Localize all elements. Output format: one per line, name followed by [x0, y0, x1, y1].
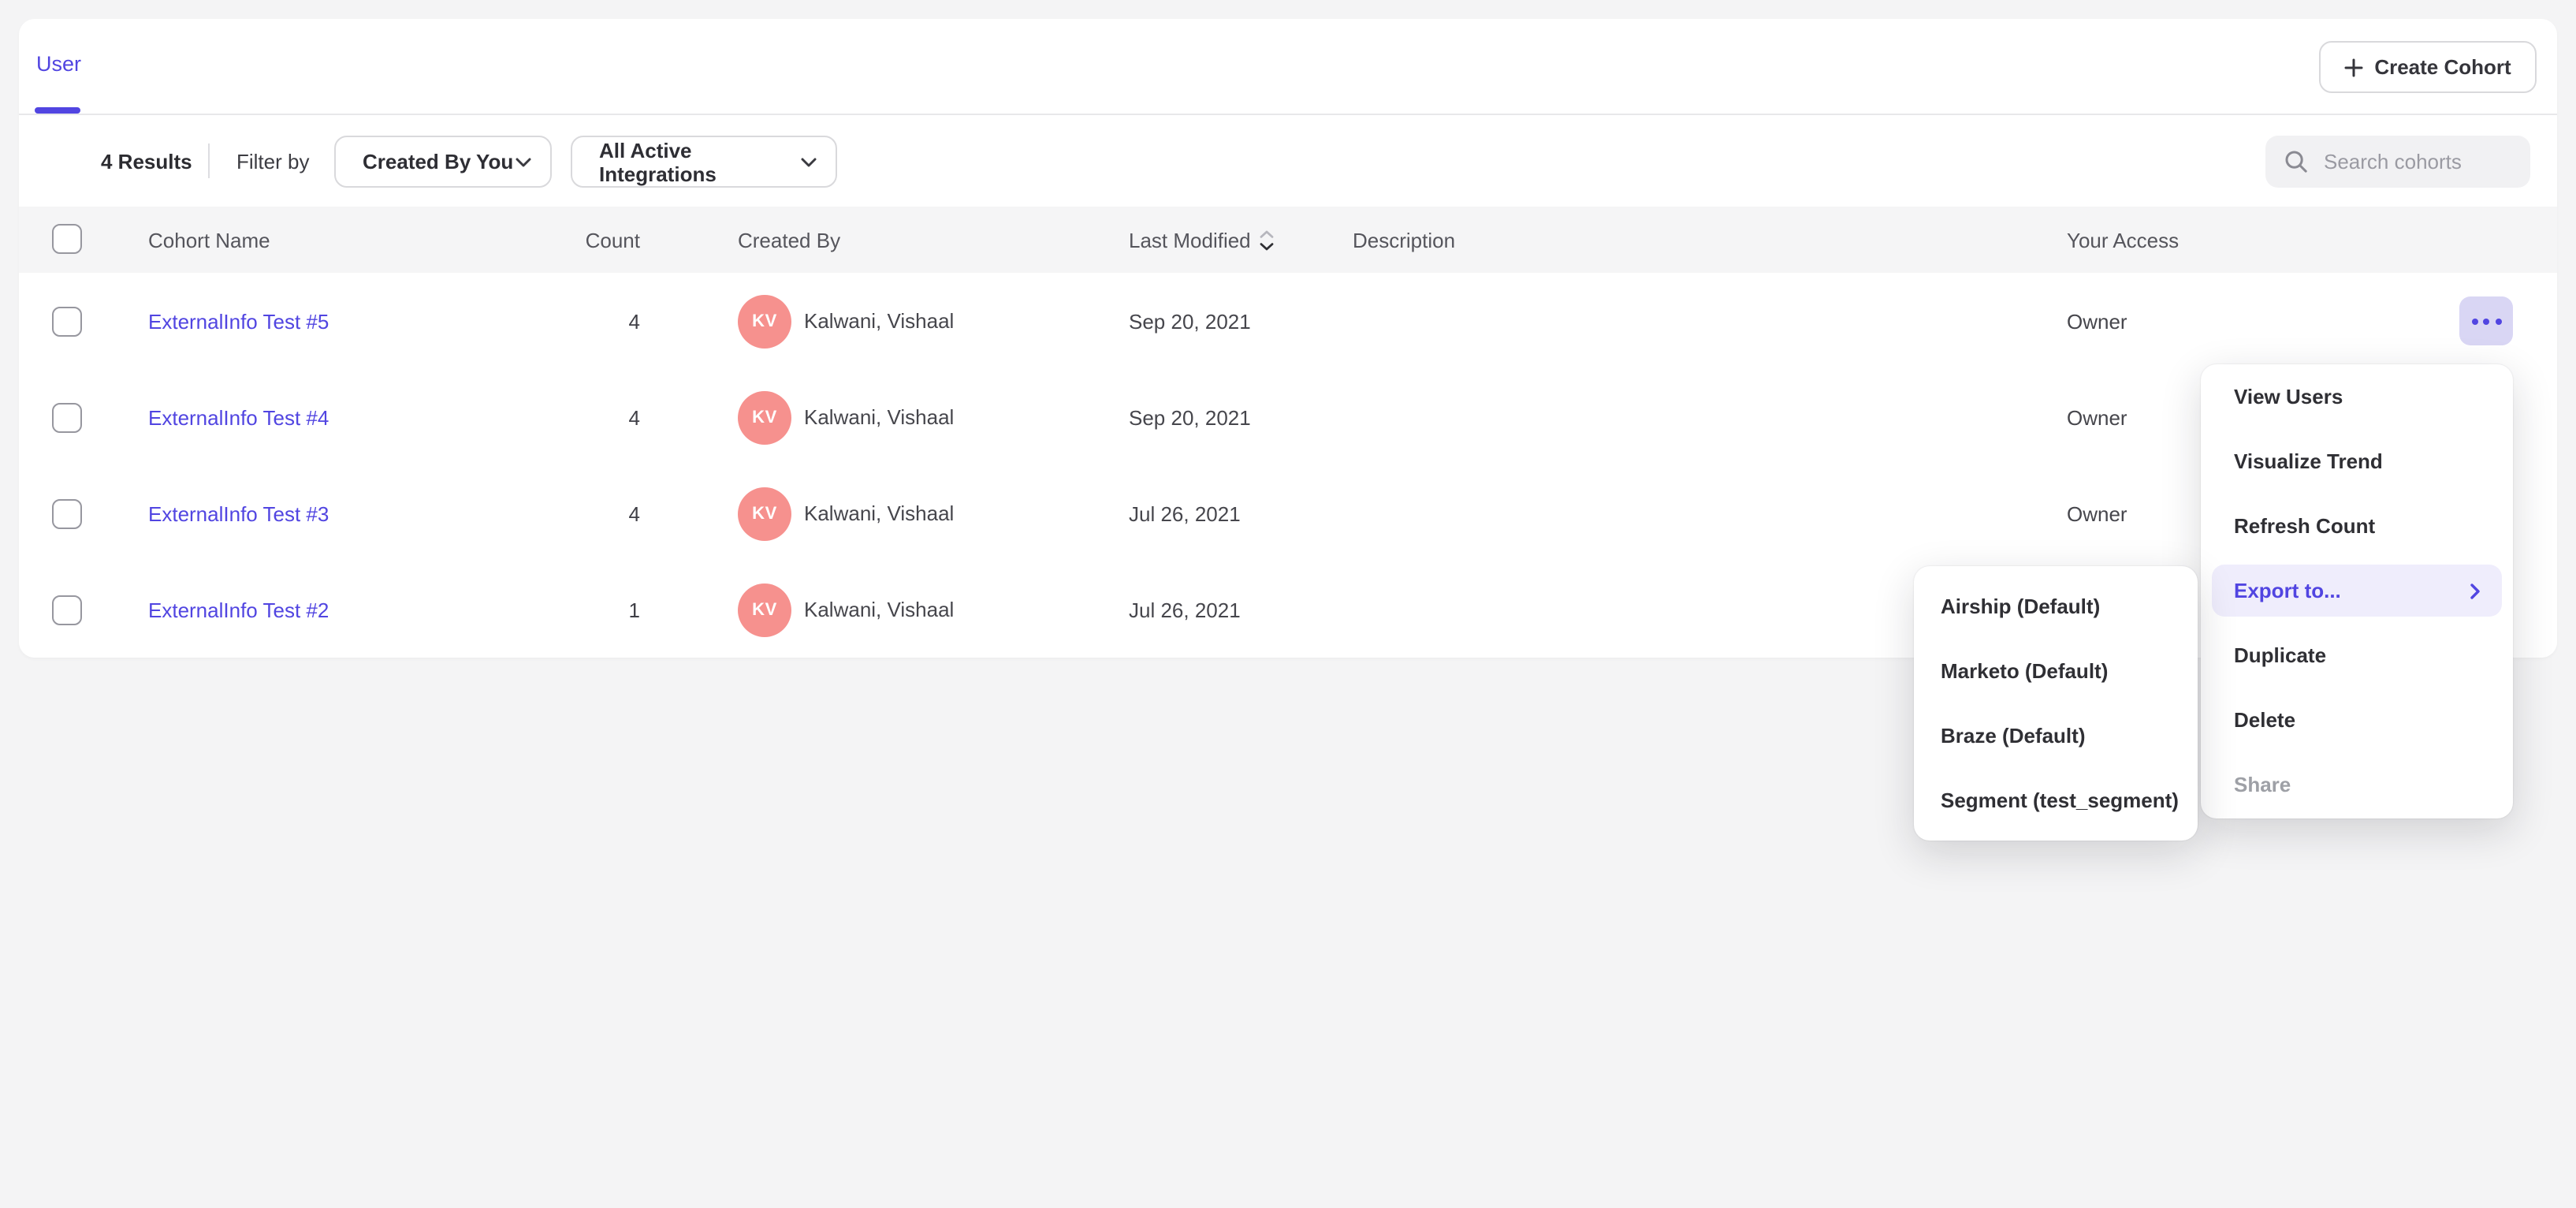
kebab-dot — [2471, 318, 2477, 324]
search-input[interactable] — [2321, 148, 2516, 175]
last-modified-label: Last Modified — [1129, 229, 1251, 252]
cohorts-page: User Create Cohort 4 Results Filter by C… — [0, 0, 2576, 1208]
select-all-checkbox[interactable] — [52, 224, 82, 254]
access-value: Owner — [2067, 309, 2127, 333]
cohort-count: 4 — [482, 501, 640, 525]
row-actions-button[interactable] — [2459, 296, 2513, 345]
menu-item-export-to[interactable]: Export to... — [2212, 565, 2502, 617]
integrations-dropdown-value: All Active Integrations — [599, 138, 801, 185]
menu-item-share: Share — [2201, 752, 2513, 817]
column-header-cohort-name[interactable]: Cohort Name — [148, 229, 270, 252]
row-checkbox[interactable] — [52, 306, 82, 336]
export-submenu: Airship (Default) Marketo (Default) Braz… — [1914, 566, 2198, 841]
cohort-name-link[interactable]: ExternalInfo Test #5 — [148, 309, 329, 333]
column-header-last-modified[interactable]: Last Modified — [1129, 229, 1275, 252]
export-to-label: Export to... — [2234, 579, 2341, 602]
column-header-your-access[interactable]: Your Access — [2067, 229, 2179, 252]
column-header-count[interactable]: Count — [482, 229, 640, 252]
submenu-item-marketo[interactable]: Marketo (Default) — [1914, 639, 2198, 703]
avatar: KV — [738, 487, 791, 540]
active-tab-indicator — [35, 107, 80, 113]
access-value: Owner — [2067, 501, 2127, 525]
menu-item-visualize-trend[interactable]: Visualize Trend — [2201, 429, 2513, 494]
created-by-name: Kalwani, Vishaal — [804, 405, 954, 429]
avatar: KV — [738, 294, 791, 348]
submenu-item-braze[interactable]: Braze (Default) — [1914, 703, 2198, 768]
row-context-menu: View Users Visualize Trend Refresh Count… — [2201, 364, 2513, 818]
results-count: 4 Results — [101, 150, 192, 173]
last-modified-value: Jul 26, 2021 — [1129, 501, 1241, 525]
avatar: KV — [738, 390, 791, 444]
menu-item-refresh-count[interactable]: Refresh Count — [2201, 494, 2513, 558]
created-by-name: Kalwani, Vishaal — [804, 501, 954, 525]
table-row[interactable]: ExternalInfo Test #3 4 KV Kalwani, Visha… — [19, 465, 2557, 561]
chevron-right-icon — [2470, 583, 2480, 598]
plus-icon — [2344, 58, 2363, 76]
kebab-dot — [2483, 318, 2489, 324]
filter-bar-separator — [208, 144, 210, 178]
tab-bar-divider — [19, 114, 2557, 115]
integrations-dropdown[interactable]: All Active Integrations — [571, 136, 837, 188]
last-modified-value: Sep 20, 2021 — [1129, 309, 1251, 333]
column-header-created-by[interactable]: Created By — [738, 229, 840, 252]
chevron-down-icon — [801, 157, 817, 166]
cohort-count: 1 — [482, 598, 640, 621]
submenu-item-airship[interactable]: Airship (Default) — [1914, 574, 2198, 639]
cohort-name-link[interactable]: ExternalInfo Test #2 — [148, 598, 329, 621]
last-modified-value: Jul 26, 2021 — [1129, 598, 1241, 621]
create-cohort-button[interactable]: Create Cohort — [2319, 41, 2537, 93]
created-by-name: Kalwani, Vishaal — [804, 309, 954, 333]
column-header-description[interactable]: Description — [1353, 229, 1455, 252]
table-header: Cohort Name Count Created By Last Modifi… — [19, 207, 2557, 273]
chevron-down-icon — [516, 157, 531, 166]
created-by-dropdown-value: Created By You — [363, 150, 513, 173]
menu-item-duplicate[interactable]: Duplicate — [2201, 623, 2513, 688]
sort-descending-icon — [1260, 230, 1275, 251]
avatar: KV — [738, 583, 791, 636]
tab-user[interactable]: User — [36, 52, 81, 76]
menu-item-view-users[interactable]: View Users — [2201, 364, 2513, 429]
search-icon — [2284, 150, 2308, 173]
created-by-name: Kalwani, Vishaal — [804, 598, 954, 621]
create-cohort-label: Create Cohort — [2374, 55, 2511, 79]
access-value: Owner — [2067, 405, 2127, 429]
cohort-count: 4 — [482, 309, 640, 333]
table-row[interactable]: ExternalInfo Test #4 4 KV Kalwani, Visha… — [19, 369, 2557, 465]
menu-item-delete[interactable]: Delete — [2201, 688, 2513, 752]
cohort-name-link[interactable]: ExternalInfo Test #4 — [148, 405, 329, 429]
row-checkbox[interactable] — [52, 402, 82, 432]
cohort-count: 4 — [482, 405, 640, 429]
row-checkbox[interactable] — [52, 595, 82, 625]
row-checkbox[interactable] — [52, 498, 82, 528]
kebab-dot — [2495, 318, 2501, 324]
filter-by-label: Filter by — [236, 150, 309, 173]
last-modified-value: Sep 20, 2021 — [1129, 405, 1251, 429]
cohort-name-link[interactable]: ExternalInfo Test #3 — [148, 501, 329, 525]
submenu-item-segment[interactable]: Segment (test_segment) — [1914, 768, 2198, 833]
search-box[interactable] — [2265, 136, 2530, 188]
created-by-dropdown[interactable]: Created By You — [334, 136, 552, 188]
table-row[interactable]: ExternalInfo Test #5 4 KV Kalwani, Visha… — [19, 273, 2557, 369]
